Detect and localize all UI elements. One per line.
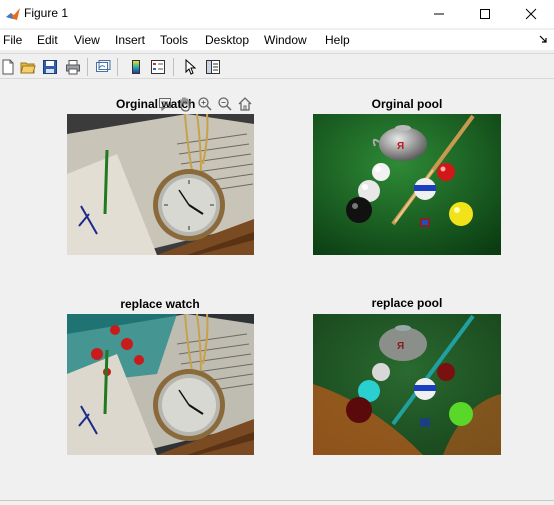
- open-file-icon: [20, 62, 36, 74]
- toolbar-separator: [87, 58, 88, 76]
- dock-figure-icon[interactable]: [538, 34, 548, 44]
- window-title: Figure 1: [24, 6, 69, 20]
- menu-desktop[interactable]: Desktop: [205, 33, 249, 47]
- data-tips-button[interactable]: [156, 95, 174, 113]
- close-button[interactable]: [508, 0, 554, 28]
- edit-plot-button[interactable]: [180, 57, 200, 77]
- replace-watch-image[interactable]: [67, 314, 254, 455]
- print-button[interactable]: [63, 57, 83, 77]
- colorbar-icon: [132, 60, 140, 74]
- toolbar-separator: [117, 58, 118, 76]
- zoom-out-icon: [218, 97, 232, 111]
- edit-plot-arrow-icon: [185, 59, 197, 75]
- pan-hand-icon: [180, 97, 190, 112]
- minimize-button[interactable]: [416, 0, 462, 28]
- original-watch-image[interactable]: [67, 114, 254, 255]
- home-icon: [238, 97, 252, 111]
- link-plot-button[interactable]: [93, 57, 113, 77]
- figure-toolbar: [0, 53, 554, 79]
- minimize-icon: [434, 13, 444, 15]
- original-pool-image[interactable]: Я: [313, 114, 501, 255]
- zoom-out-button[interactable]: [216, 95, 234, 113]
- title-bar: Figure 1: [0, 0, 554, 28]
- property-inspector-icon: [206, 60, 220, 74]
- figure-bottom-border: [0, 500, 554, 501]
- figure-window: Figure 1 File Edit View Insert Tools Des…: [0, 0, 554, 505]
- axes-title-replace-pool: replace pool: [371, 296, 443, 310]
- menu-window[interactable]: Window: [264, 33, 307, 47]
- link-plot-icon: [96, 60, 111, 72]
- svg-text:Я: Я: [397, 341, 404, 352]
- legend-icon: [151, 60, 165, 74]
- new-figure-icon: [2, 59, 14, 75]
- zoom-in-button[interactable]: [196, 95, 214, 113]
- replace-pool-image[interactable]: Я: [313, 314, 501, 455]
- pan-button[interactable]: [176, 95, 194, 113]
- open-file-button[interactable]: [18, 57, 38, 77]
- close-icon: [525, 8, 537, 20]
- data-tips-icon: [159, 98, 171, 112]
- save-button[interactable]: [40, 57, 60, 77]
- new-figure-button[interactable]: [0, 57, 18, 77]
- menu-view[interactable]: View: [74, 33, 100, 47]
- menu-tools[interactable]: Tools: [160, 33, 188, 47]
- save-icon: [43, 60, 57, 74]
- colorbar-button[interactable]: [126, 57, 146, 77]
- print-icon: [66, 60, 80, 75]
- menu-bar: File Edit View Insert Tools Desktop Wind…: [0, 30, 554, 50]
- maximize-icon: [480, 9, 490, 19]
- menu-edit[interactable]: Edit: [37, 33, 58, 47]
- maximize-button[interactable]: [462, 0, 508, 28]
- menu-file[interactable]: File: [3, 33, 22, 47]
- restore-view-button[interactable]: [236, 95, 254, 113]
- zoom-in-icon: [198, 97, 212, 111]
- axes-title-replace-watch: replace watch: [120, 297, 200, 311]
- menu-help[interactable]: Help: [325, 33, 350, 47]
- matlab-logo-icon: [6, 8, 20, 20]
- menu-insert[interactable]: Insert: [115, 33, 145, 47]
- axes-title-original-pool: Orginal pool: [371, 97, 443, 111]
- legend-button[interactable]: [148, 57, 168, 77]
- toolbar-separator: [173, 58, 174, 76]
- svg-text:Я: Я: [397, 141, 404, 152]
- property-inspector-button[interactable]: [203, 57, 223, 77]
